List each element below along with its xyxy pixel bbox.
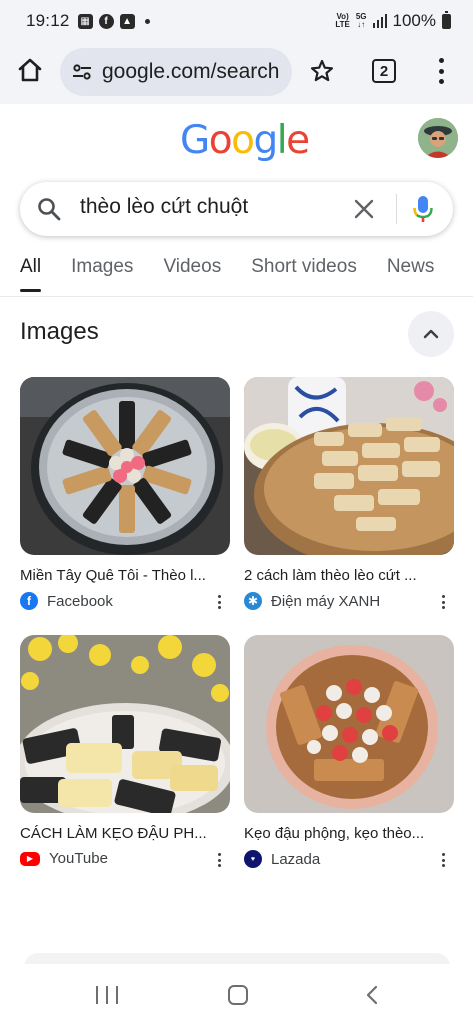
lazada-icon: ♥ [244, 850, 262, 868]
chevron-up-icon [423, 329, 439, 339]
5g-icon: 5G ↓↑ [355, 12, 367, 29]
images-section-title: Images [20, 318, 99, 345]
more-options-icon[interactable] [442, 853, 446, 867]
tab-short-videos[interactable]: Short videos [251, 256, 357, 292]
result-thumbnail[interactable] [20, 635, 230, 813]
youtube-icon: ▶ [20, 851, 40, 866]
back-icon[interactable] [362, 984, 384, 1006]
image-result-1[interactable]: Miền Tây Quê Tôi - Thèo l... f Facebook [20, 377, 230, 610]
search-divider [396, 194, 397, 224]
voice-search-icon[interactable] [412, 194, 434, 224]
account-avatar[interactable] [418, 118, 458, 158]
battery-icon [442, 10, 451, 29]
site-settings-icon[interactable] [70, 60, 94, 84]
result-caption[interactable]: Miền Tây Quê Tôi - Thèo l... [20, 567, 228, 584]
result-source[interactable]: ✱ Điện máy XANH [244, 592, 454, 610]
tabs-divider [0, 296, 473, 297]
search-icon [38, 198, 61, 221]
more-options-icon[interactable] [218, 853, 222, 867]
status-bar: 19:12 ▦ f ▲ Vo) LTE 5G ↓↑ 100% [0, 0, 473, 42]
volte-icon: Vo) LTE [335, 12, 350, 29]
home-icon[interactable] [16, 56, 44, 84]
tab-switcher-button[interactable]: 2 [372, 59, 396, 83]
result-source-name: Facebook [47, 592, 113, 610]
result-caption[interactable]: 2 cách làm thèo lèo cứt ... [244, 567, 452, 584]
system-icons: Vo) LTE 5G ↓↑ 100% [335, 10, 451, 31]
more-options-icon[interactable] [218, 595, 222, 609]
qr-code-icon: ▦ [77, 13, 93, 29]
result-source[interactable]: f Facebook [20, 592, 230, 610]
tab-videos[interactable]: Videos [163, 256, 221, 292]
result-thumbnail[interactable] [20, 377, 230, 555]
browser-menu-icon[interactable] [436, 58, 446, 84]
result-thumbnail[interactable] [244, 377, 454, 555]
signal-icon [372, 14, 387, 28]
browser-toolbar: google.com/search 2 [0, 42, 473, 104]
clear-search-icon[interactable] [352, 197, 376, 221]
facebook-icon: f [20, 592, 38, 610]
result-thumbnail[interactable] [244, 635, 454, 813]
status-time: 19:12 [26, 11, 70, 30]
result-source-name: Điện máy XANH [271, 592, 381, 610]
search-input[interactable]: thèo lèo cứt chuột [80, 195, 248, 219]
system-navigation-bar [0, 964, 473, 1024]
tab-news[interactable]: News [387, 256, 435, 292]
more-notifications-icon [144, 18, 150, 24]
tab-images[interactable]: Images [71, 256, 133, 292]
result-caption[interactable]: CÁCH LÀM KẸO ĐẬU PH... [20, 825, 228, 842]
collapse-images-button[interactable] [408, 311, 454, 357]
dien-may-xanh-icon: ✱ [244, 592, 262, 610]
bookmark-star-icon[interactable] [309, 58, 335, 84]
image-result-3[interactable]: CÁCH LÀM KẸO ĐẬU PH... ▶ YouTube [20, 635, 230, 867]
image-result-2[interactable]: 2 cách làm thèo lèo cứt ... ✱ Điện máy X… [244, 377, 454, 610]
tab-count: 2 [379, 62, 389, 80]
url-text: google.com/search [102, 60, 280, 83]
facebook-notification-icon: f [98, 13, 114, 29]
result-caption[interactable]: Kẹo đậu phộng, kẹo thèo... [244, 825, 452, 842]
search-tabs: All Images Videos Short videos News [20, 256, 473, 296]
search-box[interactable]: thèo lèo cứt chuột [20, 182, 453, 236]
notification-icons: ▦ f ▲ [77, 13, 150, 29]
battery-percent: 100% [392, 11, 436, 30]
result-source-name: Lazada [271, 850, 321, 868]
home-nav-icon[interactable] [228, 985, 248, 1005]
google-logo[interactable]: Google [180, 118, 310, 163]
tab-all[interactable]: All [20, 256, 42, 292]
result-source[interactable]: ▶ YouTube [20, 850, 230, 867]
result-source[interactable]: ♥ Lazada [244, 850, 454, 868]
address-bar[interactable]: google.com/search [60, 48, 292, 96]
more-options-icon[interactable] [442, 595, 446, 609]
gallery-icon: ▲ [119, 13, 135, 29]
image-result-4[interactable]: Kẹo đậu phộng, kẹo thèo... ♥ Lazada [244, 635, 454, 868]
recent-apps-icon[interactable] [96, 986, 118, 1004]
result-source-name: YouTube [49, 850, 108, 867]
